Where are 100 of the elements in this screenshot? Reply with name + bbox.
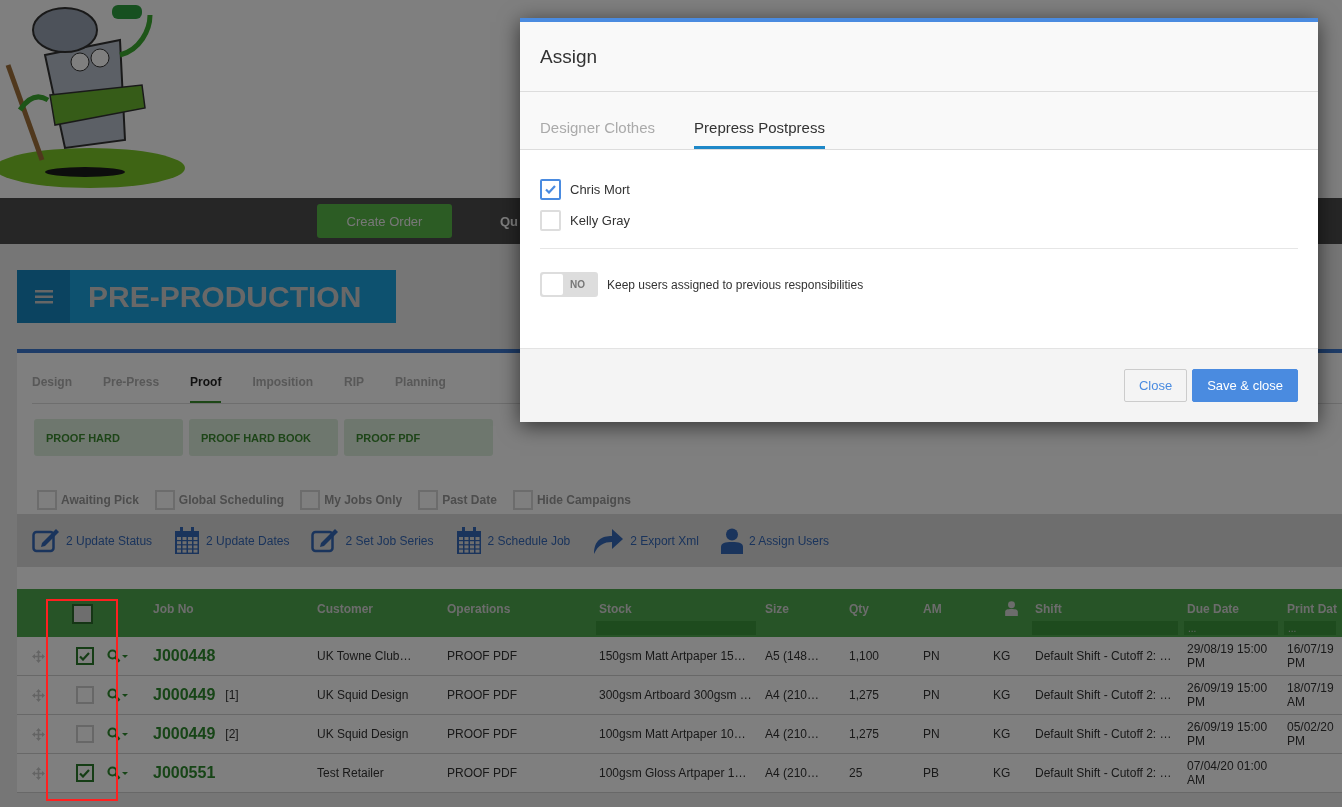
table-cell: PN [923,649,940,663]
user-checkbox[interactable] [540,179,561,200]
table-cell: PN [923,688,940,702]
table-cell: 150gsm Matt Artpaper 15… [599,649,746,663]
category-button[interactable]: PROOF HARD BOOK [189,419,338,456]
table-cell: KG [993,688,1011,702]
create-order-button[interactable]: Create Order [317,204,452,238]
drag-handle-icon[interactable] [32,766,45,780]
column-header[interactable]: AM [920,602,990,618]
table-cell: A5 (148… [765,649,820,663]
table-cell: 1,100 [849,649,880,663]
table-cell-text: 26/09/19 15:00 PM [1187,720,1269,748]
table-cell-text: 07/04/20 01:00 AM [1187,759,1269,787]
job-number-link[interactable]: J000448 [153,649,216,663]
category-button[interactable]: PROOF HARD [34,419,183,456]
table-cell-text: 26/09/19 15:00 PM [1187,681,1269,709]
checkmark-icon [79,651,90,661]
table-cell: UK Squid Design [317,688,409,702]
table-cell: Default Shift - Cutoff 2: … [1035,766,1172,780]
toggle-label: Keep users assigned to previous responsibilities [607,277,864,292]
action-link[interactable]: 2 Set Job Series [311,528,434,553]
save-button[interactable]: Save & close [1192,369,1298,402]
category-button[interactable]: PROOF PDF [344,419,493,456]
table-cell: Default Shift - Cutoff 2: … [1035,727,1172,741]
table-cell-text: 18/07/19 AM [1287,681,1335,709]
action-link[interactable]: 2 Update Dates [174,526,290,555]
table-cell: PB [923,766,939,780]
job-number-link[interactable]: J000449 [153,688,216,702]
checkmark-icon [79,768,90,778]
edit-icon [32,528,60,553]
table-cell: 1,275 [849,688,880,702]
calendar-icon [455,526,482,555]
user-name: Kelly Gray [570,213,630,228]
table-cell: PROOF PDF [447,649,517,663]
drag-handle-icon[interactable] [32,649,45,663]
search-icon[interactable] [107,649,129,663]
action-link[interactable]: 2 Assign Users [720,527,829,554]
search-icon[interactable] [107,688,129,702]
column-header[interactable]: Print Dat [1284,602,1342,618]
column-header[interactable]: Job No [150,602,314,618]
stage-tab[interactable]: Proof [190,375,222,403]
column-header[interactable]: Operations [444,602,596,618]
table-cell: Test Retailer [317,766,384,780]
search-icon[interactable] [107,727,129,741]
action-link[interactable]: 2 Schedule Job [455,526,571,555]
column-header[interactable]: Shift [1032,602,1184,618]
table-cell: 1,275 [849,727,880,741]
column-header[interactable]: Due Date [1184,602,1284,618]
column-filter-field[interactable]: ... [1284,621,1336,635]
table-cell: A4 (210… [765,766,820,780]
table-cell: PROOF PDF [447,727,517,741]
user-icon [1004,601,1018,616]
table-cell: UK Towne Club… [317,649,412,663]
page-title: PRE-PRODUCTION [70,270,396,323]
table-cell: A4 (210… [765,727,820,741]
job-number-link[interactable]: J000551 [153,766,216,780]
table-cell-text: 05/02/20 PM [1287,720,1335,748]
table-cell: PROOF PDF [447,766,517,780]
action-link[interactable]: 2 Update Status [32,528,153,553]
table-cell: 25 [849,766,863,780]
dialog-title: Assign [540,45,598,68]
drag-handle-icon[interactable] [32,727,45,741]
curved-arrow-icon [592,527,625,554]
dialog-tab[interactable]: Prepress Postpress [694,119,825,149]
user-name: Chris Mort [570,182,630,197]
job-part-label: [1] [225,688,239,702]
column-header[interactable]: Stock [596,602,762,618]
toggle-switch[interactable]: NO [540,272,598,297]
drag-handle-icon[interactable] [32,688,45,702]
job-number-link[interactable]: J000449 [153,727,216,741]
user-icon [720,527,743,554]
row-checkbox[interactable] [75,764,94,782]
table-cell: UK Squid Design [317,727,409,741]
table-cell: KG [993,727,1011,741]
column-header[interactable]: Qty [846,602,920,618]
column-filter-field[interactable]: ... [1184,621,1278,635]
search-icon[interactable] [107,766,129,780]
calendar-icon [174,526,201,555]
table-cell-text: 29/08/19 15:00 PM [1187,642,1269,670]
checkmark-icon [545,185,556,194]
table-cell: Default Shift - Cutoff 2: … [1035,688,1172,702]
table-cell: KG [993,766,1011,780]
table-cell: A4 (210… [765,688,820,702]
column-header[interactable]: Size [762,602,846,618]
table-cell-text: 16/07/19 PM [1287,642,1335,670]
nav-link[interactable]: Qu [500,213,519,229]
close-button[interactable]: Close [1123,369,1188,402]
table-cell: 300gsm Artboard 300gsm … [599,688,752,702]
table-cell: Default Shift - Cutoff 2: … [1035,649,1172,663]
edit-icon [311,528,340,553]
column-header[interactable]: Customer [314,602,444,618]
table-cell: PROOF PDF [447,688,517,702]
row-checkbox[interactable] [75,647,94,665]
action-link[interactable]: 2 Export Xml [592,527,699,554]
table-cell: PN [923,727,940,741]
menu-icon[interactable] [17,270,70,323]
table-cell: 100gsm Gloss Artpaper 1… [599,766,747,780]
select-all-checkbox[interactable] [71,604,93,624]
job-part-label: [2] [225,727,239,741]
dialog-tab[interactable]: Designer Clothes [540,119,656,149]
